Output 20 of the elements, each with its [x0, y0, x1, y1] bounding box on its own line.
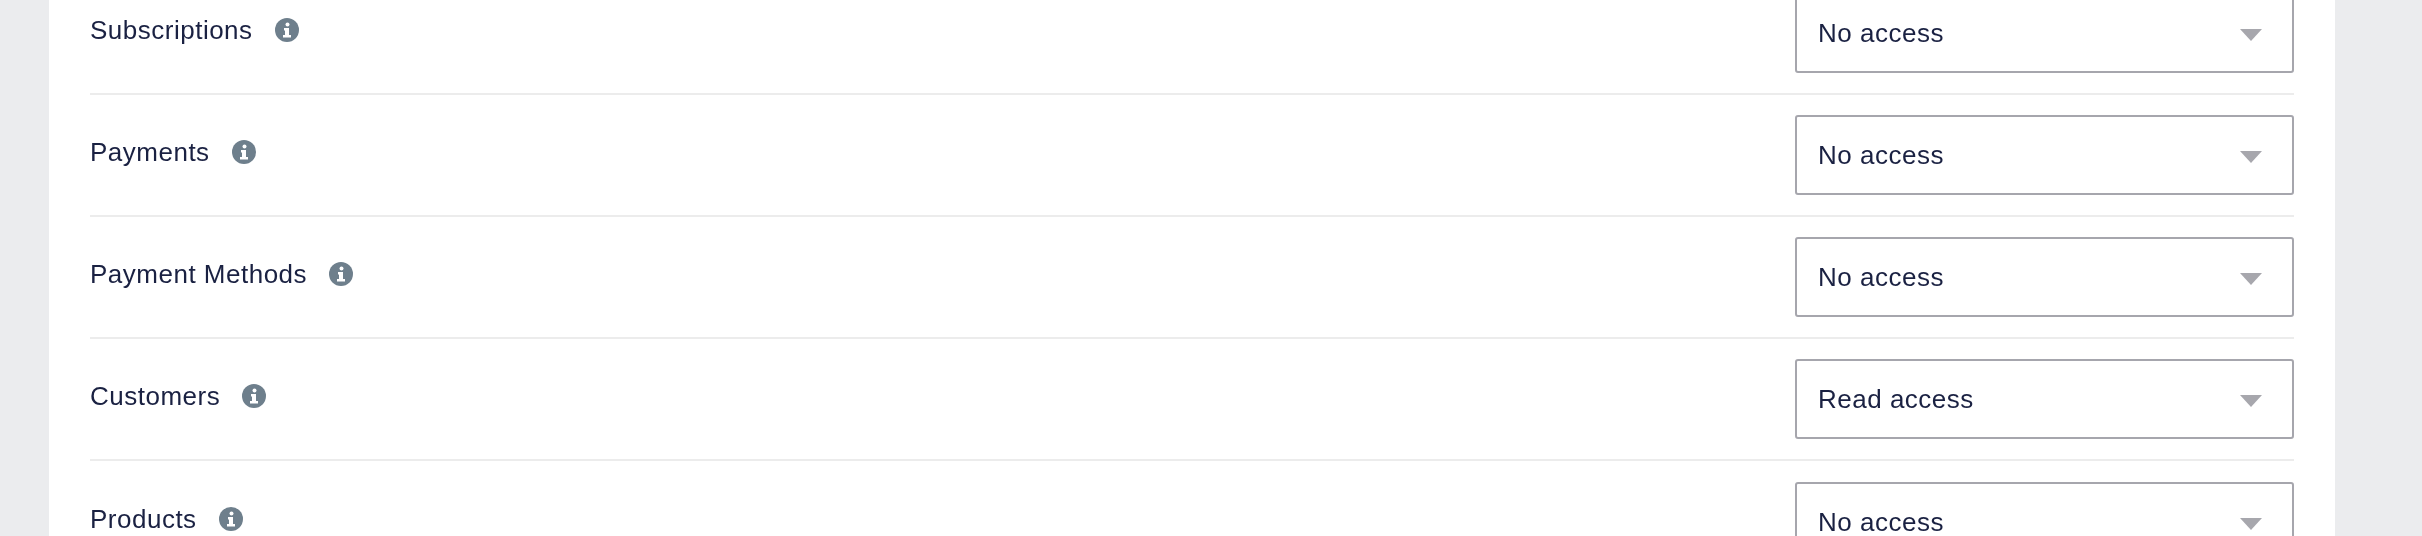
caret-icon: [2240, 395, 2262, 407]
permission-label: Products: [90, 502, 197, 536]
access-select[interactable]: No access: [1795, 482, 2294, 536]
access-select[interactable]: No access: [1795, 115, 2294, 195]
info-icon[interactable]: [329, 262, 354, 286]
permission-label: Payments: [90, 135, 210, 169]
info-icon[interactable]: [242, 384, 267, 408]
caret-icon: [2240, 29, 2262, 41]
access-select[interactable]: No access: [1795, 0, 2294, 73]
caret-icon: [2240, 518, 2262, 530]
caret-icon: [2240, 151, 2262, 163]
access-select[interactable]: No access: [1795, 237, 2294, 317]
info-icon[interactable]: [274, 18, 299, 42]
info-icon[interactable]: [231, 140, 256, 164]
permission-label: Payment Methods: [90, 257, 308, 291]
permission-label: Subscriptions: [90, 13, 253, 47]
caret-icon: [2240, 273, 2262, 285]
info-icon[interactable]: [218, 507, 243, 531]
permission-label: Customers: [90, 379, 221, 413]
access-select[interactable]: Read access: [1795, 359, 2294, 439]
